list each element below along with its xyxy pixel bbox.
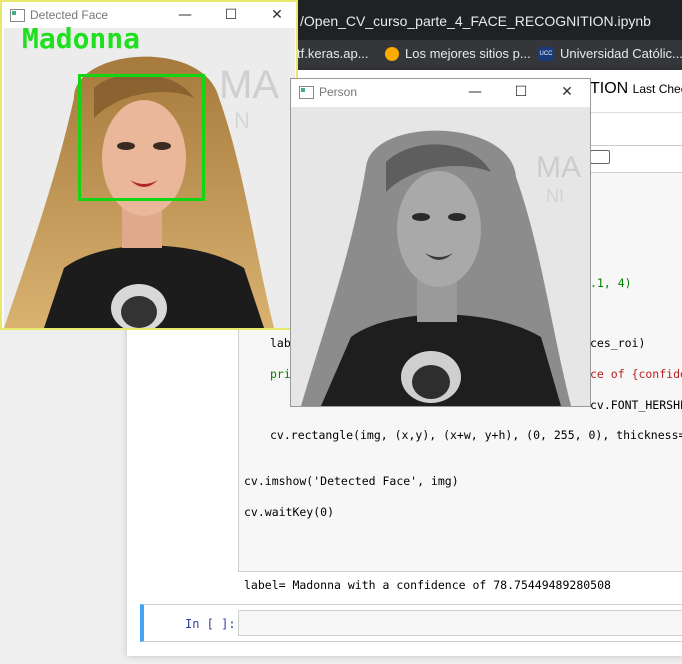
person-window[interactable]: Person — ☐ ✕ MA NI [290,78,591,407]
face-detection-box [78,74,205,201]
close-button[interactable]: ✕ [544,79,590,107]
minimize-button[interactable]: — [452,79,498,107]
svg-text:MA: MA [219,63,279,107]
code-line: ce of {confide [590,367,682,381]
window-app-icon [299,86,314,99]
code-line: cv.imshow('Detected Face', img) [244,474,459,488]
checkpoint-text: Last Chec [632,82,682,96]
window-title: Person [319,85,358,99]
code-line: cv.rectangle(img, (x,y), (x+w, y+h), (0,… [270,428,682,442]
keyboard-icon[interactable] [590,150,610,164]
code-line: cv.FONT_HERSHE [590,398,682,412]
bookmark-label: Universidad Católic... [560,46,682,61]
url-text[interactable]: /Open_CV_curso_parte_4_FACE_RECOGNITION.… [300,13,651,29]
notebook-title[interactable]: TION Last Chec [590,80,682,98]
code-line: cv.waitKey(0) [244,505,335,519]
window-titlebar[interactable]: Person — ☐ ✕ [291,79,590,107]
code-line: ces_roi) [590,336,646,350]
bookmark-label: Los mejores sitios p... [405,46,531,61]
person-grayscale-image: MA NI [291,107,590,406]
maximize-button[interactable]: ☐ [498,79,544,107]
bookmark-label: tf.keras.ap... [297,46,369,61]
maximize-button[interactable]: ☐ [208,2,254,30]
window-title: Detected Face [30,8,109,22]
window-app-icon [10,9,25,22]
minimize-button[interactable]: — [162,2,208,30]
bookmark-universidad[interactable]: UCC Universidad Católic... [538,46,682,61]
code-line: lab [270,336,291,350]
svg-text:MA: MA [536,151,581,184]
input-prompt: In [ ]: [185,617,236,631]
detected-face-window[interactable]: Detected Face — ☐ ✕ MA N Madonna [0,0,298,330]
portrait-grayscale-image: MA NI [291,107,590,406]
code-line: pri [270,367,291,381]
close-button[interactable]: ✕ [254,2,300,30]
cell-output: label= Madonna with a confidence of 78.7… [244,578,611,592]
input-area[interactable] [238,610,682,636]
ucc-icon: UCC [538,46,554,61]
bookmark-tf-keras[interactable]: tf.keras.ap... [297,46,369,61]
code-line: .1, 4) [590,276,632,290]
svg-text:NI: NI [546,186,564,206]
face-label-text: Madonna [22,22,141,55]
svg-text:N: N [234,108,250,133]
bookmark-los-mejores[interactable]: Los mejores sitios p... [385,46,531,61]
dollar-icon [385,46,399,61]
